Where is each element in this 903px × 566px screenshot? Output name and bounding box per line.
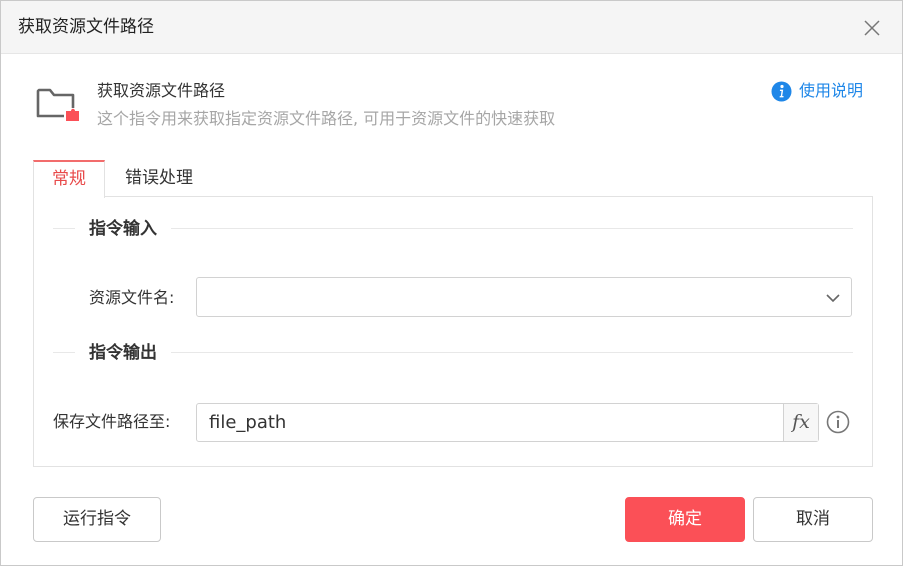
save-path-label: 保存文件路径至: — [53, 412, 171, 431]
resource-file-label: 资源文件名: — [89, 288, 175, 307]
resource-file-select[interactable] — [196, 277, 852, 317]
tab-general[interactable]: 常规 — [33, 160, 105, 198]
fx-icon: fx — [792, 411, 810, 433]
chevron-down-icon — [826, 294, 840, 303]
command-title: 获取资源文件路径 — [97, 81, 226, 100]
command-description: 这个指令用来获取指定资源文件路径, 可用于资源文件的快速获取 — [97, 109, 556, 128]
fx-button[interactable]: fx — [783, 404, 818, 441]
window-title: 获取资源文件路径 — [18, 17, 154, 37]
section-divider — [53, 228, 853, 229]
help-link[interactable]: 使用说明 — [771, 80, 863, 102]
close-icon[interactable] — [862, 18, 882, 38]
tab-error-handling[interactable]: 错误处理 — [105, 160, 213, 197]
title-bar: 获取资源文件路径 — [1, 1, 902, 54]
run-command-button[interactable]: 运行指令 — [33, 497, 161, 542]
ok-button[interactable]: 确定 — [625, 497, 745, 542]
section-divider — [53, 352, 853, 353]
section-title-input: 指令输入 — [75, 217, 171, 241]
folder-puzzle-icon — [36, 88, 79, 121]
save-path-group: fx — [196, 403, 819, 442]
help-label: 使用说明 — [799, 81, 864, 100]
info-circle-icon[interactable] — [826, 410, 850, 434]
dialog: 获取资源文件路径 获取资源文件路径 这个指令用来获取指定资源文件路径, 可用于资… — [0, 0, 903, 566]
section-title-output: 指令输出 — [75, 341, 171, 365]
info-filled-icon — [771, 81, 792, 101]
cancel-button[interactable]: 取消 — [753, 497, 873, 542]
save-path-input[interactable] — [197, 404, 783, 441]
